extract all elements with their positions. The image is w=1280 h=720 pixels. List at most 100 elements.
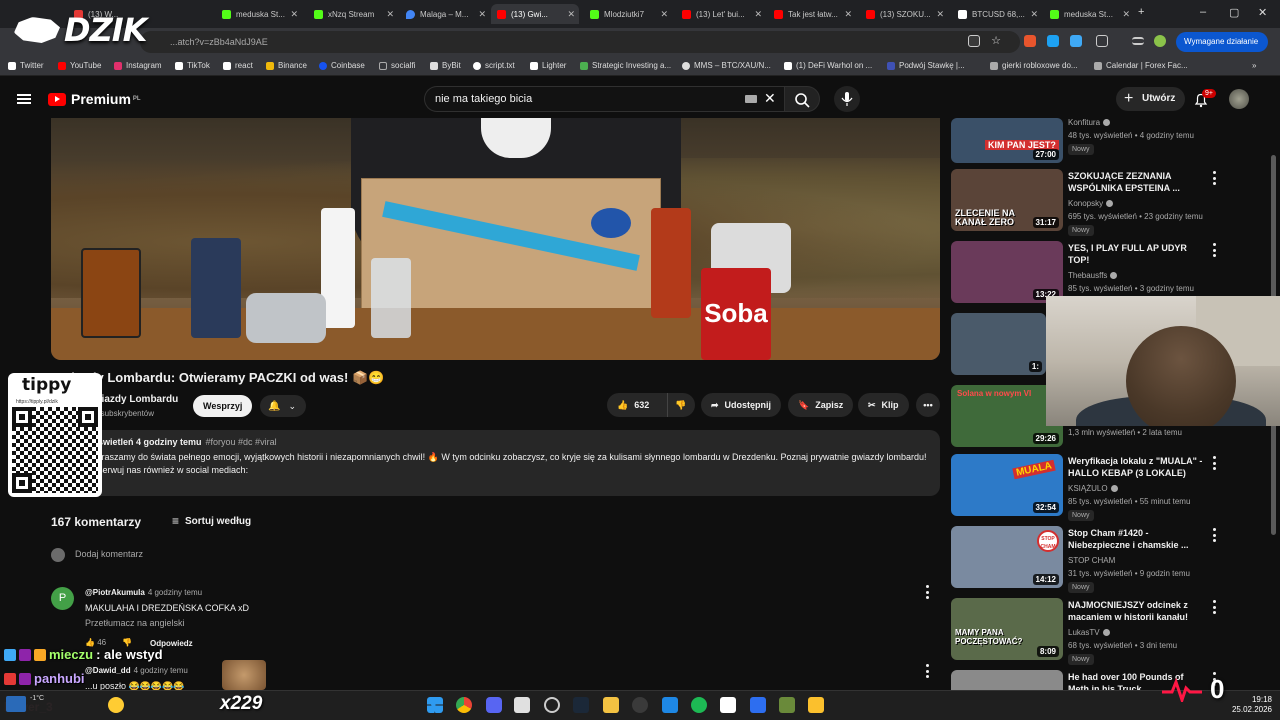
hashtags[interactable]: #foryou #dc #viral xyxy=(206,437,277,447)
subscription-bell-button[interactable]: 🔔 ⌄ xyxy=(260,395,306,417)
app-icon[interactable] xyxy=(750,697,766,713)
add-comment-input[interactable]: Dodaj komentarz xyxy=(75,549,143,559)
app-icon[interactable] xyxy=(720,697,736,713)
bookmark-item[interactable]: Instagram xyxy=(114,61,162,70)
notes-icon[interactable] xyxy=(808,697,824,713)
video-thumbnail[interactable]: ZLECENIE NA KANAŁ ZERO 31:17 xyxy=(951,169,1063,231)
dislike-button[interactable]: 👎 xyxy=(667,393,695,417)
browser-tab-active[interactable]: (13) Gwi... ✕ xyxy=(491,4,579,24)
video-thumbnail[interactable]: 13:22 xyxy=(951,241,1063,303)
bookmark-item[interactable]: YouTube xyxy=(58,61,101,70)
bookmark-item[interactable]: react xyxy=(223,61,253,70)
weather-widget-icon[interactable] xyxy=(6,696,26,712)
app-icon[interactable] xyxy=(632,697,648,713)
video-menu-icon[interactable] xyxy=(1212,456,1216,470)
discord-icon[interactable] xyxy=(486,697,502,713)
maximize-button[interactable]: ▢ xyxy=(1229,6,1239,19)
more-actions-button[interactable]: ••• xyxy=(916,393,940,417)
bookmark-item[interactable]: Twitter xyxy=(8,61,44,70)
video-channel[interactable]: STOP CHAM xyxy=(1068,556,1115,565)
taskbar-clock[interactable]: 19:18 25.02.2026 xyxy=(1228,695,1272,715)
clear-search-icon[interactable]: ✕ xyxy=(764,90,776,107)
video-channel[interactable]: LukasTV xyxy=(1068,628,1110,637)
bookmark-item[interactable]: TikTok xyxy=(175,61,210,70)
chrome-icon[interactable] xyxy=(456,697,472,713)
browser-tab[interactable]: meduska St... ✕ xyxy=(1044,4,1134,24)
extension-icon[interactable] xyxy=(1024,35,1036,47)
bookmark-item[interactable]: Podwój Stawkę |... xyxy=(887,61,965,70)
bookmark-folder[interactable]: socialfi xyxy=(379,61,415,70)
new-tab-button[interactable]: + xyxy=(1138,6,1144,18)
video-thumbnail[interactable] xyxy=(951,670,1063,690)
address-bar[interactable]: ...atch?v=zBb4aNdJ9AE xyxy=(140,31,1020,53)
account-avatar[interactable] xyxy=(1229,89,1249,109)
search-button[interactable] xyxy=(784,86,820,112)
video-title[interactable]: Stop Cham #1420 - Niebezpieczne i chamsk… xyxy=(1068,527,1203,551)
tab-close-icon[interactable]: ✕ xyxy=(844,9,852,20)
bookmark-item[interactable]: gierki robloxowe do... xyxy=(990,61,1078,70)
keyboard-icon[interactable] xyxy=(745,95,757,103)
browser-tab[interactable]: BTCUSD 68,... ✕ xyxy=(952,4,1042,24)
tab-close-icon[interactable]: ✕ xyxy=(1030,9,1038,20)
video-player[interactable]: Soba xyxy=(51,118,940,360)
comment-time[interactable]: 4 godziny temu xyxy=(148,588,202,597)
weather-temperature[interactable]: -1°C xyxy=(30,695,44,702)
steam-icon[interactable] xyxy=(573,697,589,713)
bookmark-item[interactable]: ByBit xyxy=(430,61,461,70)
share-button[interactable]: ➦ Udostępnij xyxy=(701,393,782,417)
bookmark-item[interactable]: Binance xyxy=(266,61,307,70)
video-channel[interactable]: KSIĄŻULO xyxy=(1068,484,1118,493)
create-button[interactable]: + Utwórz xyxy=(1116,87,1186,111)
tab-close-icon[interactable]: ✕ xyxy=(386,9,394,20)
bookmark-item[interactable]: Strategic Investing a... xyxy=(580,61,671,70)
video-title[interactable]: Weryfikacja lokalu z "MUALA" - HALLO KEB… xyxy=(1068,455,1203,479)
save-button[interactable]: 🔖 Zapisz xyxy=(788,393,854,417)
tab-close-icon[interactable]: ✕ xyxy=(660,9,668,20)
browser-tab[interactable]: Mlodziutki7 ✕ xyxy=(584,4,672,24)
bookmarks-more-button[interactable]: » xyxy=(1252,61,1256,70)
tab-close-icon[interactable]: ✕ xyxy=(936,9,944,20)
browser-tab[interactable]: xNzq Stream ✕ xyxy=(308,4,398,24)
comment-avatar[interactable]: P xyxy=(51,587,74,610)
obs-icon[interactable] xyxy=(544,697,560,713)
media-controls-icon[interactable] xyxy=(1132,37,1144,45)
video-thumbnail[interactable]: MUALA 32:54 xyxy=(951,454,1063,516)
app-icon[interactable] xyxy=(662,697,678,713)
tab-close-icon[interactable]: ✕ xyxy=(567,9,575,20)
bookmark-item[interactable]: (1) DeFi Warhol on ... xyxy=(784,61,872,70)
minimize-button[interactable]: – xyxy=(1200,6,1206,18)
comment-author[interactable]: @PiotrAkumula 4 godziny temu xyxy=(85,588,202,597)
extension-icon[interactable] xyxy=(1047,35,1059,47)
search-input[interactable]: nie ma takiego bicia xyxy=(424,86,784,112)
browser-tab[interactable]: (13) Let' bui... ✕ xyxy=(676,4,766,24)
tab-close-icon[interactable]: ✕ xyxy=(478,9,486,20)
browser-tab[interactable]: (13) SZOKU... ✕ xyxy=(860,4,948,24)
bookmark-item[interactable]: Lighter xyxy=(530,61,566,70)
video-thumbnail[interactable]: 1: xyxy=(951,313,1046,375)
bookmark-item[interactable]: MMS – BTC/XAU/N... xyxy=(682,61,771,70)
video-menu-icon[interactable] xyxy=(1212,528,1216,542)
tab-close-icon[interactable]: ✕ xyxy=(1122,9,1130,20)
bookmark-item[interactable]: Coinbase xyxy=(319,61,365,70)
video-title[interactable]: NAJMOCNIEJSZY odcinek z macaniem w histo… xyxy=(1068,599,1203,623)
tab-close-icon[interactable]: ✕ xyxy=(290,9,298,20)
video-thumbnail[interactable]: KIM PAN JEST? 27:00 xyxy=(951,118,1063,163)
browser-tab[interactable]: meduska St... ✕ xyxy=(216,4,302,24)
profile-avatar-icon[interactable] xyxy=(1154,35,1166,47)
video-menu-icon[interactable] xyxy=(1212,243,1216,257)
extension-icon[interactable] xyxy=(1070,35,1082,47)
minecraft-icon[interactable] xyxy=(779,697,795,713)
file-explorer-icon[interactable] xyxy=(603,697,619,713)
video-channel[interactable]: Thebausffs xyxy=(1068,271,1118,280)
video-menu-icon[interactable] xyxy=(1212,600,1216,614)
translate-link[interactable]: Przetłumacz na angielski xyxy=(85,618,185,628)
tab-close-icon[interactable]: ✕ xyxy=(754,9,762,20)
spotify-icon[interactable] xyxy=(691,697,707,713)
video-channel[interactable]: Konfitura xyxy=(1068,118,1111,127)
sort-comments-button[interactable]: ≡ Sortuj według xyxy=(172,514,251,528)
comment-menu-icon[interactable] xyxy=(925,585,929,599)
video-menu-icon[interactable] xyxy=(1212,171,1216,185)
author-handle[interactable]: @PiotrAkumula xyxy=(85,588,145,597)
clip-button[interactable]: ✂ Klip xyxy=(858,393,909,417)
extensions-puzzle-icon[interactable] xyxy=(1096,35,1108,47)
